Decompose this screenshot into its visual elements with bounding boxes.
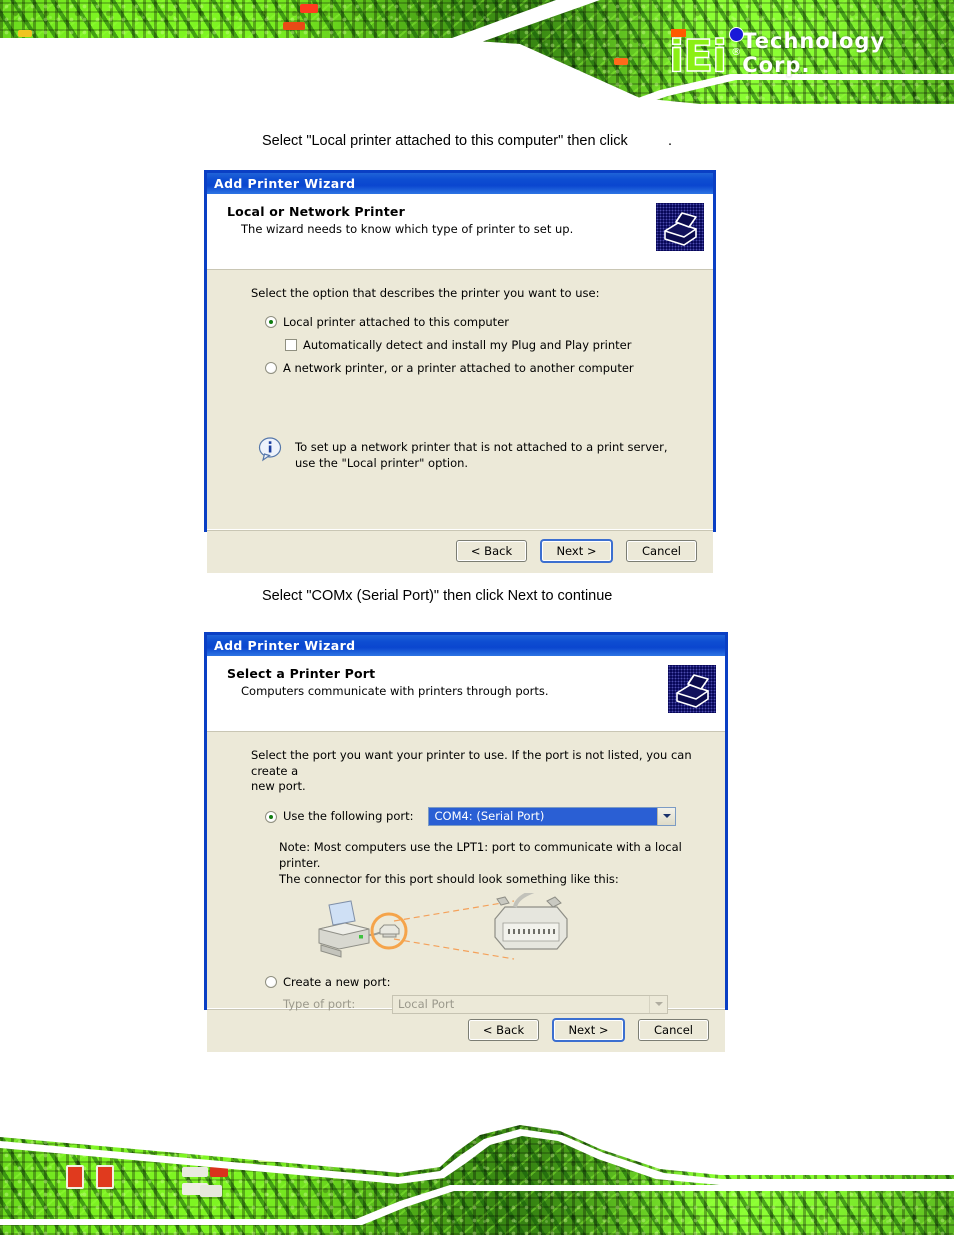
solder-pad xyxy=(96,1165,114,1189)
solder-pad xyxy=(210,1167,228,1177)
dialog1-footer: < Back Next > Cancel xyxy=(207,529,713,573)
dialog1-back-button[interactable]: < Back xyxy=(456,540,527,562)
dialog2-footer: < Back Next > Cancel xyxy=(207,1008,725,1052)
port-select-value: COM4: (Serial Port) xyxy=(429,807,658,825)
logo-text: iEi xyxy=(668,31,728,82)
dialog1-subheading: The wizard needs to know which type of p… xyxy=(241,222,574,236)
dialog2-body: Select the port you want your printer to… xyxy=(207,732,725,1014)
dialog2-next-button[interactable]: Next > xyxy=(553,1019,624,1041)
iei-wordmark: iEi xyxy=(668,27,744,82)
solder-pad xyxy=(200,1185,222,1197)
logo-blue-dot xyxy=(729,27,744,42)
caption-step-1: Select "Local printer attached to this c… xyxy=(262,133,673,149)
dialog1-header: Local or Network Printer The wizard need… xyxy=(207,194,713,270)
type-of-port-label: Type of port: xyxy=(283,997,356,1012)
option-local-printer[interactable]: Local printer attached to this computer xyxy=(265,315,713,329)
port-select[interactable]: COM4: (Serial Port) xyxy=(428,806,677,826)
printer-icon xyxy=(668,665,716,713)
dialog1-titlebar[interactable]: Add Printer Wizard xyxy=(207,173,713,194)
type-of-port-select[interactable]: Local Port xyxy=(392,994,668,1014)
iei-logo: iEi ® Technology Corp. xyxy=(668,26,954,82)
dialog2-note-line-2: The connector for this port should look … xyxy=(279,871,619,886)
dialog1-body: Select the option that describes the pri… xyxy=(207,270,713,529)
type-of-port-row: Type of port: Local Port xyxy=(283,994,725,1014)
dialog1-info-block: To set up a network printer that is not … xyxy=(257,436,713,471)
dialog2-back-button[interactable]: < Back xyxy=(468,1019,539,1041)
dialog1-next-button[interactable]: Next > xyxy=(541,540,612,562)
caption-step-2: Select "COMx (Serial Port)" then click N… xyxy=(262,588,613,604)
chevron-down-icon[interactable] xyxy=(657,807,676,825)
dialog2-heading: Select a Printer Port xyxy=(227,666,376,681)
dialog1-cancel-button[interactable]: Cancel xyxy=(626,540,697,562)
solder-pad xyxy=(300,4,318,13)
dialog1-prompt: Select the option that describes the pri… xyxy=(251,286,600,300)
dialog2-header: Select a Printer Port Computers communic… xyxy=(207,656,725,732)
option-network-printer-label: A network printer, or a printer attached… xyxy=(283,360,634,375)
dialog2-titlebar[interactable]: Add Printer Wizard xyxy=(207,635,725,656)
dialog2-prompt-line-2: new port. xyxy=(251,779,306,794)
solder-pad xyxy=(182,1167,208,1177)
bottom-banner xyxy=(0,1123,954,1235)
option-network-printer[interactable]: A network printer, or a printer attached… xyxy=(265,361,713,375)
dialog2-prompt-line-1: Select the port you want your printer to… xyxy=(251,748,692,778)
radio-network-printer-icon[interactable] xyxy=(265,361,277,374)
use-following-port-label: Use the following port: xyxy=(283,809,414,824)
dialog2-title: Add Printer Wizard xyxy=(214,638,356,653)
type-of-port-value: Local Port xyxy=(393,995,649,1013)
radio-use-following-port-icon[interactable] xyxy=(265,810,277,823)
solder-pad xyxy=(283,22,305,30)
logo-orange-square xyxy=(671,29,686,37)
info-icon xyxy=(257,436,283,462)
add-printer-wizard-dialog-1: Add Printer Wizard Local or Network Prin… xyxy=(204,170,716,573)
company-name: Technology Corp. xyxy=(742,29,886,77)
create-new-port-label: Create a new port: xyxy=(283,974,391,989)
use-following-port-row[interactable]: Use the following port: COM4: (Serial Po… xyxy=(265,806,725,826)
option-auto-detect-label: Automatically detect and install my Plug… xyxy=(303,337,632,352)
registered-mark-icon: ® xyxy=(731,46,742,58)
create-new-port-row[interactable]: Create a new port: xyxy=(265,975,725,989)
dialog1-heading: Local or Network Printer xyxy=(227,204,405,219)
top-banner: iEi ® Technology Corp. xyxy=(0,0,954,112)
dialog1-title: Add Printer Wizard xyxy=(214,176,356,191)
dialog1-info-line-1: To set up a network printer that is not … xyxy=(295,439,668,454)
option-local-printer-label: Local printer attached to this computer xyxy=(283,314,509,329)
solder-pad xyxy=(614,58,628,65)
checkbox-auto-detect-icon[interactable] xyxy=(285,338,297,351)
dialog1-info-line-2: use the "Local printer" option. xyxy=(295,455,469,470)
printer-icon xyxy=(656,203,704,251)
dialog2-cancel-button[interactable]: Cancel xyxy=(638,1019,709,1041)
chevron-down-icon[interactable] xyxy=(649,995,667,1013)
add-printer-wizard-dialog-2: Add Printer Wizard Select a Printer Port… xyxy=(204,632,728,1052)
solder-pad xyxy=(66,1165,84,1189)
radio-local-printer-icon[interactable] xyxy=(265,315,277,328)
option-auto-detect[interactable]: Automatically detect and install my Plug… xyxy=(285,338,713,352)
dialog2-note-line-1: Note: Most computers use the LPT1: port … xyxy=(279,839,682,870)
dialog2-subheading: Computers communicate with printers thro… xyxy=(241,684,549,698)
solder-pad xyxy=(18,30,32,37)
radio-create-new-port-icon[interactable] xyxy=(265,976,277,989)
connector-illustration xyxy=(299,884,725,973)
